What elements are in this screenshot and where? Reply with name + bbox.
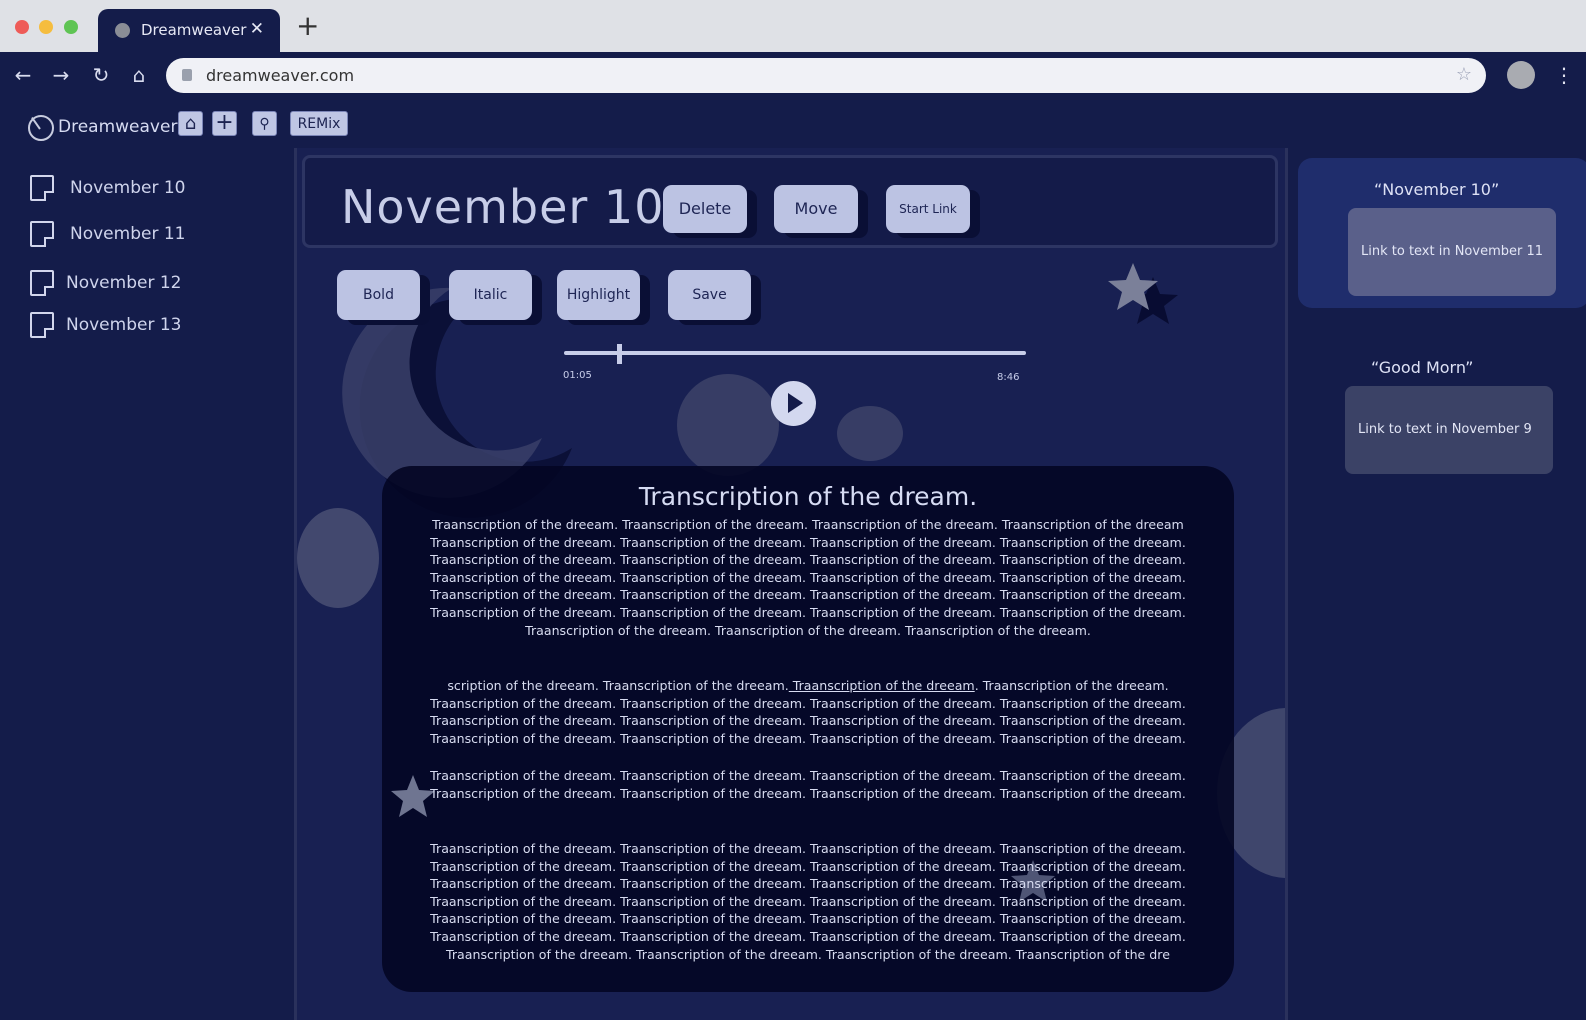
sidebar-item-label: November 11 [70,224,186,244]
transcript-paragraph: scription of the dreeam. Traanscription … [392,677,1224,747]
transcript-paragraph: Traanscription of the dreeam. Traanscrip… [430,841,1186,962]
scrubber-handle[interactable] [617,344,623,364]
profile-icon[interactable] [1507,61,1535,89]
browser-tab[interactable]: Dreamweaver ✕ [98,9,280,52]
sidebar-item-label: November 10 [70,178,186,198]
paragraph-text: scription of the dreeam. Traanscription … [447,678,789,693]
close-window-dot[interactable] [15,20,29,34]
elapsed-time: 01:05 [563,370,592,381]
start-link-button[interactable]: Start Link [886,185,970,233]
decor-circle [297,508,379,608]
sidebar-item-november-10[interactable]: November 10 [30,175,230,201]
tab-close-icon[interactable]: ✕ [250,19,264,39]
note-header: November 10 Delete Move Start Link [302,155,1278,248]
link-source-quote: “Good Morn” [1371,358,1474,377]
note-editor: November 10 Delete Move Start Link Bold … [297,148,1285,1020]
document-icon [30,270,54,296]
highlight-button[interactable]: Highlight [557,270,640,320]
back-icon[interactable]: ← [10,62,36,88]
app-brand: Dreamweaver [58,117,178,137]
logo-moon-icon [28,115,54,141]
transcript-heading: Transcription of the dream. [638,482,978,511]
transcript-paragraph: Traanscription of the dreeam. Traanscrip… [430,768,1186,801]
browser-toolbar: ← → ↻ ⌂ dreamweaver.com ☆ ⋮ [0,52,1586,98]
save-button[interactable]: Save [668,270,751,320]
address-bar[interactable]: dreamweaver.com ☆ [166,58,1486,93]
tab-favicon [115,23,130,38]
sidebar: November 10 November 11 November 12 Nove… [0,148,297,1020]
sidebar-item-november-13[interactable]: November 13 [30,312,230,338]
minimize-window-dot[interactable] [39,20,53,34]
move-button[interactable]: Move [774,185,858,233]
remix-button[interactable]: REMix [290,111,348,136]
browser-tabstrip: Dreamweaver ✕ + [0,0,1586,52]
app-home-icon[interactable]: ⌂ [178,111,203,136]
delete-button[interactable]: Delete [663,185,747,233]
maximize-window-dot[interactable] [64,20,78,34]
document-icon [30,312,54,338]
decor-circle [837,406,903,461]
search-icon[interactable]: ⚲ [252,111,277,136]
tab-title: Dreamweaver [141,21,247,39]
linked-text[interactable]: Traanscription of the dreeam [789,678,975,693]
transcript-panel[interactable]: Transcription of the dream. Traanscripti… [382,466,1234,992]
link-source-quote: “November 10” [1374,180,1500,199]
forward-icon[interactable]: → [48,62,74,88]
add-icon[interactable]: + [212,111,237,136]
play-icon[interactable] [771,381,816,426]
bold-button[interactable]: Bold [337,270,420,320]
lock-icon [182,69,192,81]
audio-scrubber[interactable] [564,351,1026,355]
url-text[interactable]: dreamweaver.com [206,66,354,85]
link-card[interactable]: Link to text in November 11 [1348,208,1556,296]
star-icon [1108,263,1178,324]
document-icon [30,175,54,201]
document-icon [30,221,54,247]
more-icon[interactable]: ⋮ [1554,62,1574,88]
decor-circle [677,374,779,476]
sidebar-item-label: November 13 [66,315,182,335]
link-card[interactable]: Link to text in November 9 [1345,386,1553,474]
bookmark-star-icon[interactable]: ☆ [1456,64,1472,85]
sidebar-item-november-11[interactable]: November 11 [30,221,230,247]
new-tab-button[interactable]: + [296,12,319,40]
links-panel: “November 10” Link to text in November 1… [1285,148,1586,1020]
italic-button[interactable]: Italic [449,270,532,320]
sidebar-item-label: November 12 [66,273,182,293]
transcript-paragraph: Traanscription of the dreeam. Traanscrip… [430,517,1186,638]
page-title: November 10 [341,180,665,234]
reload-icon[interactable]: ↻ [88,62,114,88]
total-duration: 8:46 [997,372,1020,383]
app-header: Dreamweaver ⌂ + ⚲ REMix [0,98,1586,148]
home-icon[interactable]: ⌂ [126,62,152,88]
sidebar-item-november-12[interactable]: November 12 [30,270,230,296]
